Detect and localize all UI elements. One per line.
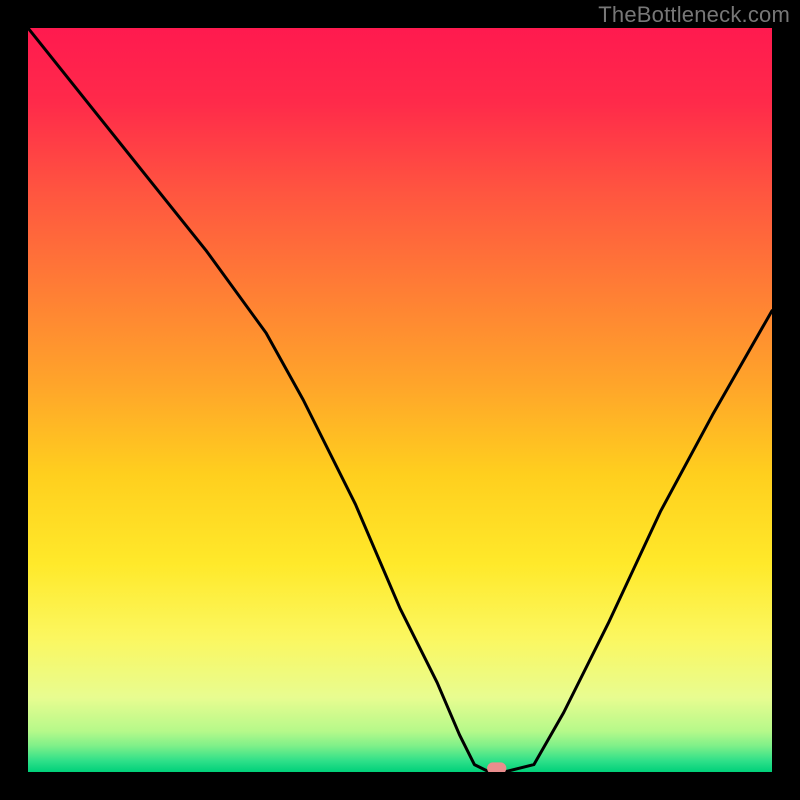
chart-svg [28, 28, 772, 772]
chart-container: TheBottleneck.com [0, 0, 800, 800]
plot-area [28, 28, 772, 772]
watermark-text: TheBottleneck.com [598, 2, 790, 28]
optimal-marker [487, 762, 506, 772]
